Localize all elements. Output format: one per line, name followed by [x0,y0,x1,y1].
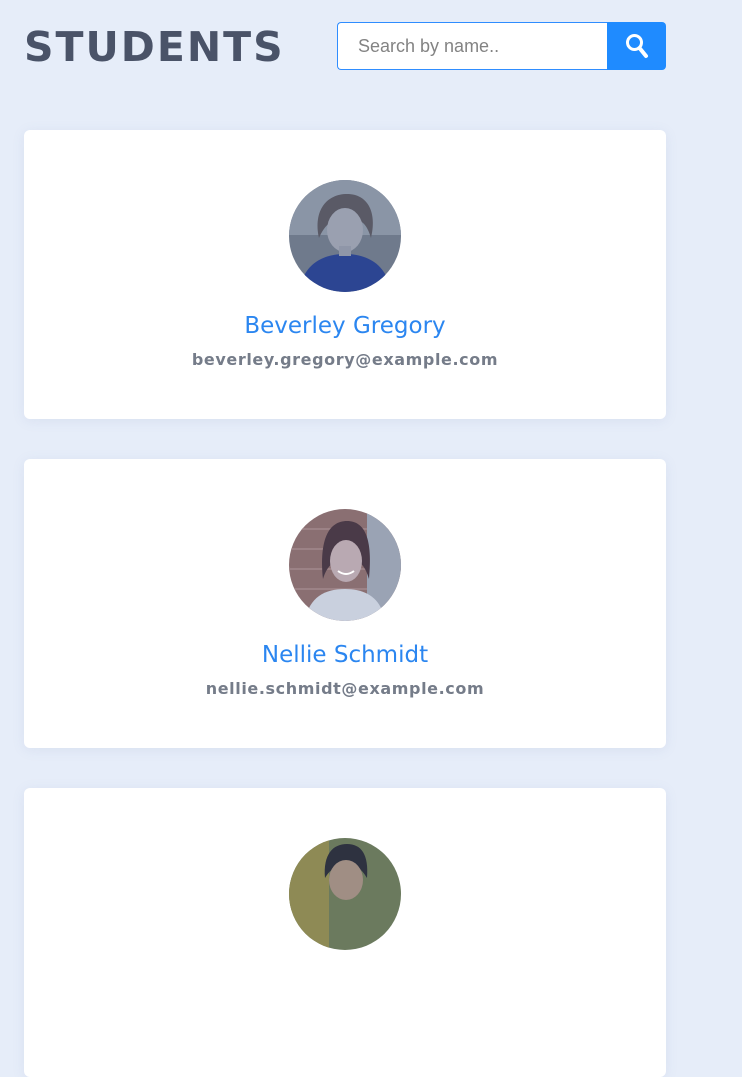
student-card[interactable]: Nellie Schmidt nellie.schmidt@example.co… [24,459,666,748]
page-header: STUDENTS [0,0,742,100]
student-name[interactable]: Nellie Schmidt [24,640,666,670]
student-email: beverley.gregory@example.com [191,350,499,369]
avatar [289,180,401,292]
avatar-photo-icon [289,509,401,621]
student-name[interactable]: Beverley Gregory [24,311,666,341]
avatar [289,509,401,621]
avatar-photo-icon [289,838,401,950]
search-input[interactable] [337,22,608,70]
student-card[interactable] [24,788,666,1077]
avatar-photo-icon [289,180,401,292]
student-email: nellie.schmidt@example.com [205,679,485,698]
avatar [289,838,401,950]
search-icon [625,34,648,58]
search-button[interactable] [607,22,666,70]
page-title: STUDENTS [24,23,285,71]
search-bar [337,22,666,70]
student-card[interactable]: Beverley Gregory beverley.gregory@exampl… [24,130,666,419]
